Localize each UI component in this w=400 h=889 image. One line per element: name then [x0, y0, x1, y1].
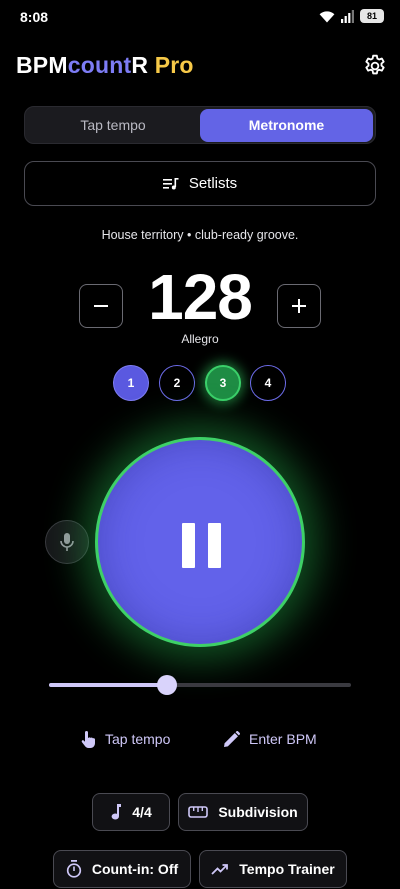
app-title: BPMcountR Pro	[16, 52, 194, 79]
battery-icon: 81	[360, 9, 384, 23]
beat-indicator-4[interactable]: 4	[250, 365, 286, 401]
subdivision-label: Subdivision	[218, 804, 298, 820]
ruler-icon	[188, 806, 209, 818]
tempo-trainer-button[interactable]: Tempo Trainer	[199, 850, 347, 888]
beat-indicator-2[interactable]: 2	[159, 365, 195, 401]
pause-bar-right	[208, 523, 221, 568]
count-in-button[interactable]: Count-in: Off	[53, 850, 191, 888]
bpm-slider[interactable]	[49, 675, 351, 695]
slider-thumb[interactable]	[156, 675, 177, 695]
tempo-name: Allegro	[181, 332, 219, 346]
microphone-icon	[60, 533, 74, 551]
time-signature-button[interactable]: 4/4	[92, 793, 170, 831]
enter-bpm-link[interactable]: Enter BPM	[223, 728, 317, 750]
tempo-description: House territory • club-ready groove.	[101, 228, 299, 242]
enter-bpm-label: Enter BPM	[249, 731, 317, 747]
microphone-button[interactable]	[45, 520, 89, 564]
timer-icon	[66, 860, 81, 878]
hand-tap-icon	[81, 730, 95, 748]
title-count: count	[67, 52, 132, 78]
tab-metronome[interactable]: Metronome	[200, 109, 373, 142]
plus-icon	[292, 299, 306, 313]
tap-tempo-link[interactable]: Tap tempo	[80, 728, 170, 750]
status-icons: 81	[319, 9, 384, 23]
status-time: 8:08	[20, 9, 49, 25]
trending-up-icon	[211, 864, 229, 875]
minus-icon	[94, 305, 108, 307]
signal-icon	[341, 9, 354, 23]
wifi-icon	[319, 10, 335, 22]
decrease-bpm-button[interactable]	[79, 284, 123, 328]
time-signature-label: 4/4	[132, 804, 152, 820]
tap-tempo-label: Tap tempo	[105, 731, 171, 747]
slider-fill	[49, 683, 167, 687]
setlists-label: Setlists	[188, 175, 238, 192]
mode-tabs: Tap tempo Metronome	[24, 106, 376, 144]
subdivision-button[interactable]: Subdivision	[178, 793, 308, 831]
music-note-icon	[111, 804, 122, 820]
settings-button[interactable]	[362, 53, 388, 79]
setlists-button[interactable]: Setlists	[24, 161, 376, 206]
tab-tap-tempo[interactable]: Tap tempo	[27, 109, 199, 142]
play-pause-button[interactable]	[95, 437, 305, 647]
increase-bpm-button[interactable]	[277, 284, 321, 328]
status-bar: 8:08 81	[0, 0, 400, 34]
title-bpm: BPM	[16, 52, 68, 78]
playlist-icon	[162, 177, 179, 189]
count-in-label: Count-in: Off	[91, 861, 179, 877]
tempo-trainer-label: Tempo Trainer	[239, 861, 335, 877]
beat-indicator-3[interactable]: 3	[205, 365, 241, 401]
pause-bar-left	[182, 523, 195, 568]
title-pro: Pro	[154, 52, 194, 78]
title-r: R	[131, 52, 149, 78]
beat-indicator-1[interactable]: 1	[113, 365, 149, 401]
gear-icon	[365, 54, 385, 75]
pencil-icon	[224, 730, 240, 747]
bpm-value: 128	[148, 261, 253, 333]
